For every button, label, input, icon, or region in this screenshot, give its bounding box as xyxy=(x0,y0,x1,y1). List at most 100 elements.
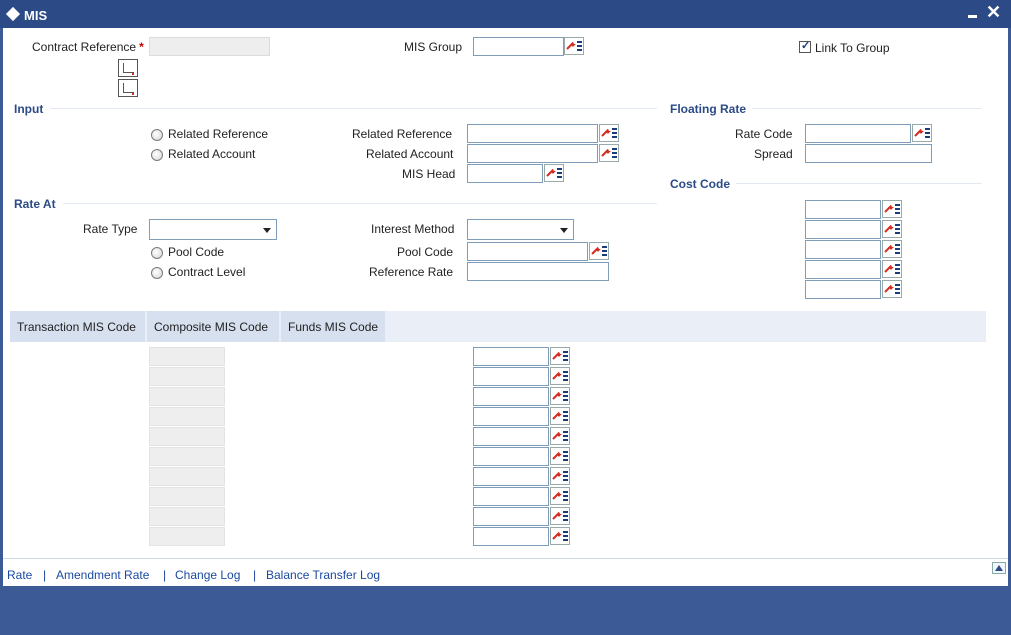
lookup-arrow-icon xyxy=(885,285,893,293)
mis-code-field[interactable] xyxy=(473,387,549,406)
minimize-icon[interactable] xyxy=(965,6,979,20)
interest-method-select[interactable] xyxy=(467,219,574,240)
tab-funds-mis-code[interactable]: Funds MIS Code xyxy=(281,311,385,342)
related-reference-lookup-button[interactable] xyxy=(599,124,619,142)
mis-code-field[interactable] xyxy=(473,347,549,366)
mis-class-cell xyxy=(149,447,225,466)
close-icon[interactable]: ✕ xyxy=(986,3,1001,21)
mis-class-cell xyxy=(149,407,225,426)
pool-code-radio[interactable] xyxy=(151,247,163,259)
cost-code-divider xyxy=(736,183,982,184)
list-icon xyxy=(895,264,900,274)
mis-code-lookup-button[interactable] xyxy=(550,527,570,545)
mis-group-field[interactable] xyxy=(473,37,564,56)
footer-separator: | xyxy=(163,568,167,582)
mis-class-cell xyxy=(149,347,225,366)
mis-code-lookup-button[interactable] xyxy=(550,427,570,445)
contract-reference-button-1[interactable] xyxy=(118,59,138,77)
mis-head-lookup-button[interactable] xyxy=(544,164,564,182)
related-account-label: Related Account xyxy=(366,147,454,161)
related-reference-label: Related Reference xyxy=(352,127,453,141)
link-to-group-label: Link To Group xyxy=(815,41,890,55)
mis-code-lookup-button[interactable] xyxy=(550,407,570,425)
amendment-rate-link[interactable]: Amendment Rate xyxy=(56,568,149,582)
lookup-arrow-icon xyxy=(553,432,561,440)
rate-link[interactable]: Rate xyxy=(7,568,32,582)
mis-code-field[interactable] xyxy=(473,507,549,526)
mis-code-field[interactable] xyxy=(473,367,549,386)
input-section-title: Input xyxy=(14,102,50,116)
mis-head-field[interactable] xyxy=(467,164,543,183)
pool-code-lookup-button[interactable] xyxy=(589,242,609,260)
contract-level-radio[interactable] xyxy=(151,267,163,279)
rate-type-label: Rate Type xyxy=(83,222,138,236)
list-icon xyxy=(563,351,568,361)
mis-code-field[interactable] xyxy=(473,467,549,486)
list-icon xyxy=(895,244,900,254)
lookup-arrow-icon xyxy=(885,265,893,273)
cost-code-field[interactable] xyxy=(805,280,881,299)
mis-code-lookup-button[interactable] xyxy=(550,487,570,505)
lookup-arrow-icon xyxy=(885,245,893,253)
rate-code-field[interactable] xyxy=(805,124,911,143)
related-account-lookup-button[interactable] xyxy=(599,144,619,162)
mis-code-lookup-button[interactable] xyxy=(550,507,570,525)
mis-code-lookup-button[interactable] xyxy=(550,467,570,485)
list-icon xyxy=(563,371,568,381)
related-reference-radio-label: Related Reference xyxy=(168,127,269,141)
mis-class-cell xyxy=(149,467,225,486)
cost-code-lookup-button[interactable] xyxy=(882,240,902,258)
list-icon xyxy=(563,531,568,541)
link-to-group-checkbox[interactable]: ✓ xyxy=(799,40,811,53)
cost-code-lookup-button[interactable] xyxy=(882,280,902,298)
lookup-arrow-icon xyxy=(547,169,555,177)
mis-head-label: MIS Head xyxy=(402,167,456,181)
related-reference-radio[interactable] xyxy=(151,129,163,141)
cost-code-lookup-button[interactable] xyxy=(882,200,902,218)
related-account-radio[interactable] xyxy=(151,149,163,161)
list-icon xyxy=(925,128,930,138)
contract-reference-field[interactable] xyxy=(149,37,270,56)
mis-code-lookup-button[interactable] xyxy=(550,367,570,385)
change-log-link[interactable]: Change Log xyxy=(175,568,240,582)
list-icon xyxy=(563,431,568,441)
cost-code-field[interactable] xyxy=(805,240,881,259)
scroll-up-icon[interactable] xyxy=(992,562,1006,574)
related-account-radio-label: Related Account xyxy=(168,147,256,161)
tab-transaction-mis-code[interactable]: Transaction MIS Code xyxy=(10,311,145,342)
mis-code-field[interactable] xyxy=(473,527,549,546)
lookup-arrow-icon xyxy=(553,492,561,500)
rate-type-select[interactable] xyxy=(149,219,277,240)
list-icon xyxy=(577,41,582,51)
cost-code-field[interactable] xyxy=(805,260,881,279)
rate-at-title: Rate At xyxy=(14,197,62,211)
list-icon xyxy=(895,204,900,214)
title-bar: MIS ✕ xyxy=(0,0,1011,28)
list-icon xyxy=(563,471,568,481)
rate-code-lookup-button[interactable] xyxy=(912,124,932,142)
cost-code-title: Cost Code xyxy=(670,177,736,191)
cost-code-field[interactable] xyxy=(805,220,881,239)
related-account-field[interactable] xyxy=(467,144,598,163)
cost-code-lookup-button[interactable] xyxy=(882,220,902,238)
tab-composite-mis-code[interactable]: Composite MIS Code xyxy=(147,311,279,342)
cost-code-lookup-button[interactable] xyxy=(882,260,902,278)
related-reference-field[interactable] xyxy=(467,124,598,143)
mis-code-lookup-button[interactable] xyxy=(550,347,570,365)
contract-reference-button-2[interactable] xyxy=(118,79,138,97)
lookup-arrow-icon xyxy=(553,392,561,400)
mis-code-lookup-button[interactable] xyxy=(550,447,570,465)
mis-group-lookup-button[interactable] xyxy=(564,37,584,55)
spread-field[interactable] xyxy=(805,144,932,163)
mis-class-cell xyxy=(149,487,225,506)
mis-code-field[interactable] xyxy=(473,487,549,506)
reference-rate-field[interactable] xyxy=(467,262,609,281)
balance-transfer-log-link[interactable]: Balance Transfer Log xyxy=(266,568,380,582)
mis-code-field[interactable] xyxy=(473,447,549,466)
pool-code-field[interactable] xyxy=(467,242,588,261)
mis-code-field[interactable] xyxy=(473,427,549,446)
mis-code-field[interactable] xyxy=(473,407,549,426)
mis-code-lookup-button[interactable] xyxy=(550,387,570,405)
required-marker: * xyxy=(139,40,144,54)
cost-code-field[interactable] xyxy=(805,200,881,219)
